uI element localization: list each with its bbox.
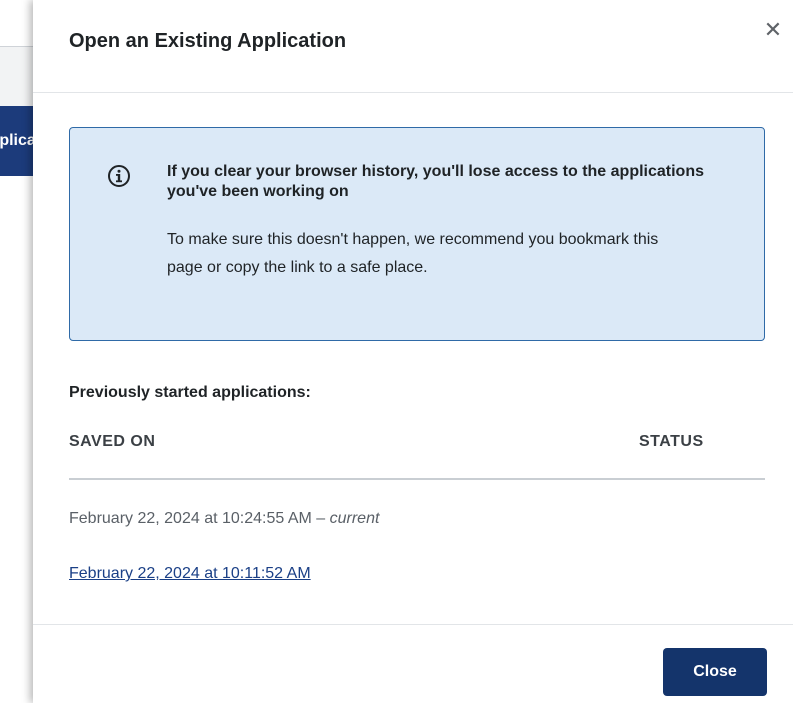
column-header-saved-on: SAVED ON — [69, 433, 156, 450]
previous-applications-heading: Previously started applications: — [69, 384, 311, 401]
table-divider — [69, 478, 765, 480]
info-alert: If you clear your browser history, you'l… — [69, 127, 765, 341]
row-separator: – — [311, 510, 330, 527]
modal-header: Open an Existing Application ✕ — [33, 0, 793, 93]
close-button[interactable]: Close — [663, 648, 767, 696]
application-row-current: February 22, 2024 at 10:24:55 AM – curre… — [69, 510, 379, 528]
alert-heading: If you clear your browser history, you'l… — [167, 163, 704, 200]
modal-title: Open an Existing Application — [69, 30, 347, 52]
info-circle-icon — [108, 165, 130, 187]
close-icon[interactable]: ✕ — [761, 18, 785, 42]
application-link[interactable]: February 22, 2024 at 10:11:52 AM — [69, 565, 311, 583]
alert-body: To make sure this doesn't happen, we rec… — [167, 231, 659, 276]
column-header-status: STATUS — [639, 433, 704, 450]
current-label: current — [329, 510, 380, 527]
open-application-modal: Open an Existing Application ✕ If you cl… — [33, 0, 793, 703]
saved-on-value: February 22, 2024 at 10:24:55 AM — [69, 510, 312, 527]
background-content — [0, 176, 33, 703]
